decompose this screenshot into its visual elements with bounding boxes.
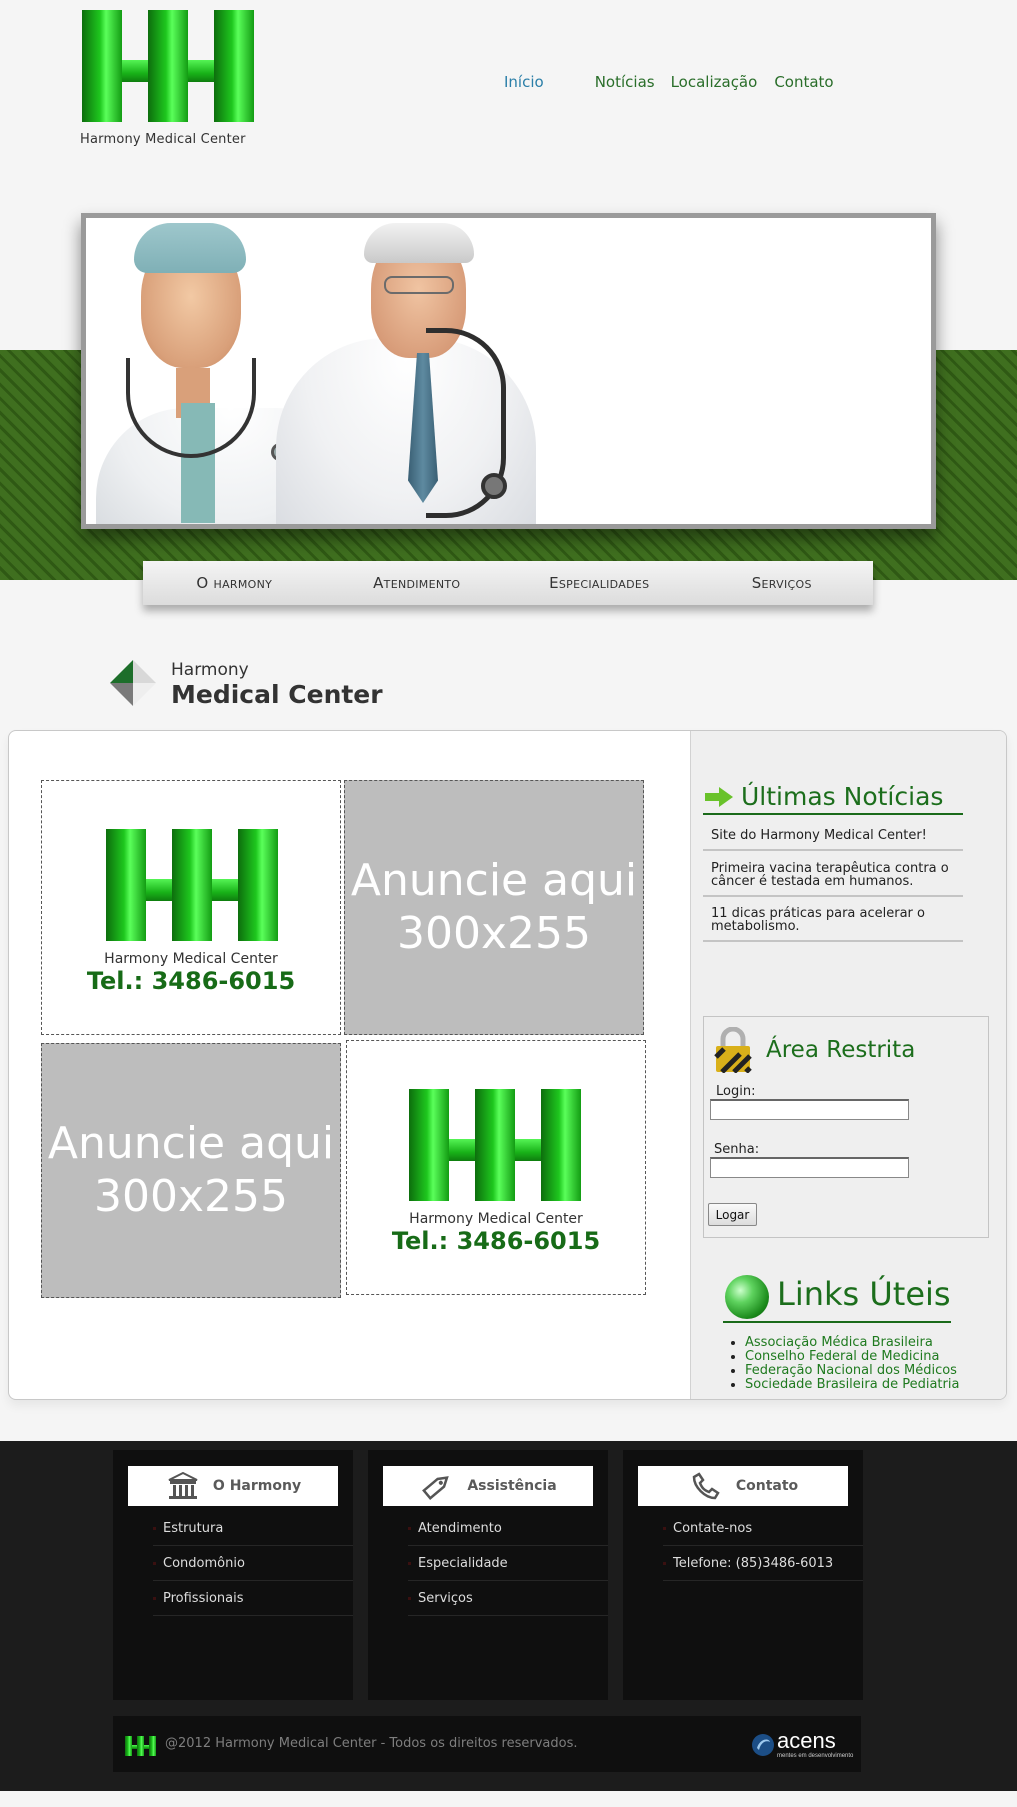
restricted-title: Área Restrita (766, 1037, 916, 1063)
ad-slot-placeholder-1[interactable]: Anuncie aqui 300x255 (344, 780, 644, 1035)
footer-link-profissionais[interactable]: Profissionais (153, 1581, 353, 1616)
brand-heading: Harmony Medical Center (110, 658, 410, 718)
logo-text: Harmony Medical Center (80, 132, 246, 147)
ad-logo-text: Harmony Medical Center (104, 951, 278, 967)
tag-icon (419, 1471, 455, 1501)
harmony-logo-icon (409, 1089, 583, 1201)
main-menu: O harmony Atendimento Especialidades Ser… (143, 561, 873, 605)
ad-logo-text: Harmony Medical Center (409, 1211, 583, 1227)
links-heading: Links Úteis (723, 1271, 951, 1323)
links-title: Links Úteis (777, 1275, 951, 1313)
ad-slot-logo-2[interactable]: Harmony Medical Center Tel.: 3486-6015 (346, 1040, 646, 1295)
ad-slot-placeholder-2[interactable]: Anuncie aqui 300x255 (41, 1043, 341, 1298)
login-input[interactable] (710, 1099, 909, 1120)
password-label: Senha: (714, 1142, 760, 1157)
nav-localizacao[interactable]: Localização (671, 73, 758, 91)
footer-link-condominio[interactable]: Condomônio (153, 1546, 353, 1581)
footer-col-header: O Harmony (128, 1466, 338, 1506)
footer-link-contate-nos[interactable]: Contate-nos (663, 1511, 863, 1546)
acens-logo-icon[interactable]: acens mentes em desenvolvimento (751, 1730, 855, 1760)
login-button[interactable]: Logar (708, 1203, 757, 1226)
footer-col-title: O Harmony (212, 1478, 302, 1494)
lock-icon (714, 1027, 752, 1073)
footer-col-header: Assistência (383, 1466, 593, 1506)
brand-line2: Medical Center (171, 680, 383, 709)
footer-link-especialidade[interactable]: Especialidade (408, 1546, 608, 1581)
copyright-text: @2012 Harmony Medical Center - Todos os … (165, 1736, 578, 1751)
ad-placeholder-text: Anuncie aqui 300x255 (47, 1117, 335, 1222)
footer: O Harmony Estrutura Condomônio Profissio… (0, 1441, 1017, 1791)
nav-inicio[interactable]: Início (504, 73, 544, 91)
harmony-logo-icon (106, 829, 280, 941)
sidebar: Últimas Notícias Site do Harmony Medical… (690, 731, 1006, 1399)
globe-icon (725, 1275, 769, 1319)
menu-especialidades[interactable]: Especialidades (508, 574, 691, 592)
footer-link-atendimento[interactable]: Atendimento (408, 1511, 608, 1546)
harmony-logo-icon (125, 1736, 157, 1756)
ad-telephone: Tel.: 3486-6015 (391, 1227, 601, 1255)
footer-phone: Telefone: (85)3486-6013 (663, 1546, 863, 1581)
building-icon (165, 1471, 201, 1501)
footer-col-header: Contato (638, 1466, 848, 1506)
menu-atendimento[interactable]: Atendimento (326, 574, 509, 592)
content-box: Harmony Medical Center Tel.: 3486-6015 A… (8, 730, 1007, 1400)
footer-col-contato: Contato Contate-nos Telefone: (85)3486-6… (623, 1450, 863, 1700)
news-heading: Últimas Notícias (703, 782, 963, 815)
restricted-area-panel: Área Restrita Login: Senha: Logar (703, 1016, 989, 1238)
link-cfm[interactable]: Conselho Federal de Medicina (745, 1350, 959, 1364)
link-amb[interactable]: Associação Médica Brasileira (745, 1336, 959, 1350)
arrow-right-icon (705, 787, 733, 807)
password-input[interactable] (710, 1157, 909, 1178)
ad-slot-logo-1[interactable]: Harmony Medical Center Tel.: 3486-6015 (41, 780, 341, 1035)
footer-col-harmony: O Harmony Estrutura Condomônio Profissio… (113, 1450, 353, 1700)
ad-placeholder-text: Anuncie aqui 300x255 (350, 854, 638, 959)
footer-link-estrutura[interactable]: Estrutura (153, 1511, 353, 1546)
footer-link-servicos[interactable]: Serviços (408, 1581, 608, 1616)
copyright-bar: @2012 Harmony Medical Center - Todos os … (113, 1716, 861, 1772)
menu-o-harmony[interactable]: O harmony (143, 574, 326, 592)
doctor-figure-right (276, 218, 536, 524)
footer-col-title: Assistência (467, 1478, 557, 1494)
footer-col-title: Contato (735, 1478, 799, 1494)
site-logo[interactable]: Harmony Medical Center (80, 10, 260, 150)
diamond-logo-icon (110, 660, 156, 706)
svg-text:mentes em desenvolvimento: mentes em desenvolvimento (777, 1753, 854, 1759)
top-nav: Início Notícias Localização Contato (504, 73, 834, 91)
footer-col-assistencia: Assistência Atendimento Especialidade Se… (368, 1450, 608, 1700)
link-fenam[interactable]: Federação Nacional dos Médicos (745, 1364, 959, 1378)
link-sbp[interactable]: Sociedade Brasileira de Pediatria (745, 1378, 959, 1392)
ad-telephone: Tel.: 3486-6015 (86, 967, 296, 995)
brand-line1: Harmony (171, 660, 249, 680)
news-item[interactable]: Primeira vacina terapêutica contra o cân… (703, 855, 963, 897)
menu-servicos[interactable]: Serviços (691, 574, 874, 592)
nav-contato[interactable]: Contato (774, 73, 833, 91)
svg-text:acens: acens (777, 1730, 836, 1753)
login-label: Login: (716, 1084, 756, 1099)
nav-noticias[interactable]: Notícias (595, 73, 655, 91)
useful-links-list: Associação Médica Brasileira Conselho Fe… (731, 1336, 959, 1392)
phone-icon (688, 1471, 724, 1501)
harmony-logo-icon (82, 10, 256, 122)
hero-banner (81, 213, 936, 529)
news-item[interactable]: 11 dicas práticas para acelerar o metabo… (703, 900, 963, 942)
news-item[interactable]: Site do Harmony Medical Center! (703, 822, 963, 851)
news-title: Últimas Notícias (741, 782, 944, 811)
